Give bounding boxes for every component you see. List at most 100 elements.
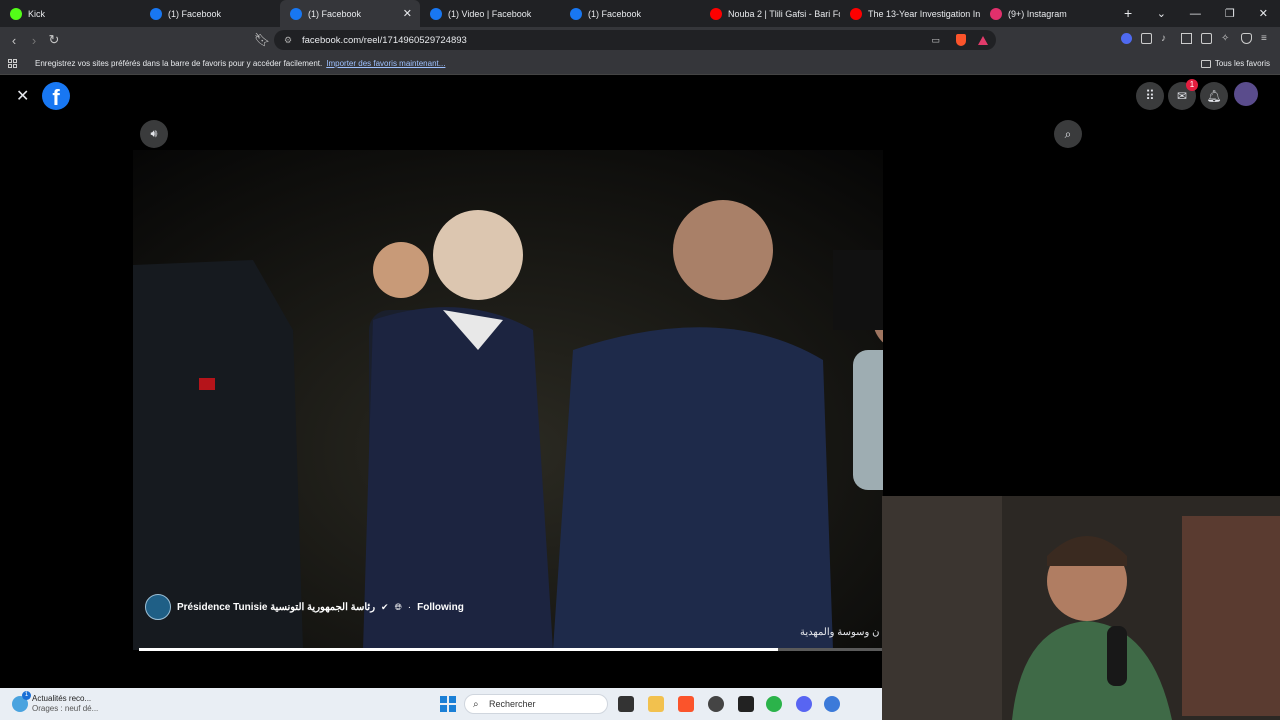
tab-label: (1) Facebook	[308, 8, 362, 19]
taskbar-search[interactable]: ⌕ Rechercher	[464, 694, 608, 714]
page-name[interactable]: Présidence Tunisie رئاسة الجمهورية التون…	[177, 602, 375, 613]
cast-icon[interactable]: ▭	[931, 35, 940, 46]
minimize-button[interactable]: —	[1190, 8, 1201, 20]
terminal-icon[interactable]	[738, 696, 754, 712]
puzzle-icon[interactable]	[1141, 33, 1152, 44]
reload-button[interactable]: ↻	[44, 32, 64, 48]
close-reel-icon[interactable]: ✕	[16, 86, 29, 106]
facebook-icon	[150, 7, 162, 20]
tab-label: (9+) Instagram	[1008, 8, 1067, 19]
bookmarks-bar: Enregistrez vos sites préférés dans la b…	[0, 53, 1280, 75]
site-info-icon[interactable]: ⚙︎	[284, 35, 292, 46]
tabs-container: Kick (1) Facebook (1) Facebook ✕ (1) Video |…	[0, 0, 1120, 27]
globe-icon: 🌐︎	[394, 601, 402, 612]
search-placeholder: Rechercher	[489, 699, 536, 709]
tab-2[interactable]: (1) Facebook ✕	[280, 0, 420, 27]
facebook-header: ✕ f ⠿ ✉︎ 1 🔔︎	[0, 76, 1280, 116]
brave-rewards-icon[interactable]	[978, 35, 988, 45]
notifications-bell-icon[interactable]: 🔔︎	[1200, 82, 1228, 110]
tab-strip: Kick (1) Facebook (1) Facebook ✕ (1) Video |…	[0, 0, 1280, 27]
youtube-icon	[710, 7, 722, 20]
close-tab-icon[interactable]: ✕	[403, 7, 412, 20]
extensions-area: ♪ ✧ ≡	[1121, 33, 1272, 44]
restore-button[interactable]: ❐	[1225, 7, 1235, 20]
tab-4[interactable]: (1) Facebook	[560, 0, 700, 27]
news-widget[interactable]: 1 Actualités reco... Orages : neuf dé...	[12, 691, 99, 714]
messenger-badge: 1	[1186, 79, 1198, 91]
reel-author: Présidence Tunisie رئاسة الجمهورية التون…	[145, 594, 464, 620]
task-view-icon[interactable]	[618, 696, 634, 712]
reel-video[interactable]	[133, 150, 883, 650]
tab-5[interactable]: Nouba 2 | Tlili Gafsi - Bari Fou	[700, 0, 840, 27]
webcam-illustration	[882, 496, 1280, 720]
tab-7[interactable]: (9+) Instagram	[980, 0, 1120, 27]
news-subtitle: Orages : neuf dé...	[32, 704, 99, 713]
discord-icon[interactable]	[796, 696, 812, 712]
menu-grid-icon[interactable]: ⠿	[1136, 82, 1164, 110]
tab-label: Kick	[28, 8, 46, 19]
search-glass-icon: ⌕	[473, 698, 479, 710]
reel-caption: ن وسوسة والمهدية	[800, 627, 880, 638]
verified-icon: ✔	[381, 601, 389, 612]
tab-1[interactable]: (1) Facebook	[140, 0, 280, 27]
windows-taskbar: 1 Actualités reco... Orages : neuf dé...…	[0, 688, 882, 720]
bookmark-icon[interactable]: 🔖︎	[252, 32, 272, 48]
import-bookmarks-link[interactable]: Importer des favoris maintenant...	[326, 59, 445, 68]
wallet-icon[interactable]	[1201, 33, 1212, 44]
extension-icon[interactable]	[1121, 33, 1132, 44]
mute-toggle-icon[interactable]: 🔊︎	[140, 120, 168, 148]
back-button[interactable]: ‹	[4, 33, 24, 48]
brave-browser-icon[interactable]	[678, 696, 694, 712]
tab-search-icon[interactable]: ⌄	[1157, 7, 1166, 20]
apps-icon[interactable]	[8, 59, 17, 68]
url-text: facebook.com/reel/1714960529724893	[302, 34, 467, 46]
music-icon[interactable]: ♪	[1161, 33, 1172, 44]
tab-label: (1) Facebook	[588, 8, 642, 19]
razer-icon[interactable]	[766, 696, 782, 712]
file-explorer-icon[interactable]	[648, 696, 664, 712]
instagram-icon	[990, 7, 1002, 20]
obs-icon[interactable]	[708, 696, 724, 712]
bookmarks-prompt: Enregistrez vos sites préférés dans la b…	[35, 59, 323, 68]
all-favorites-button[interactable]: Tous les favoris	[1200, 59, 1270, 68]
brave-shields-icon[interactable]	[956, 34, 966, 46]
folder-icon	[1200, 59, 1211, 68]
tab-3[interactable]: (1) Video | Facebook	[420, 0, 560, 27]
all-favorites-label: Tous les favoris	[1214, 59, 1270, 68]
vpn-icon[interactable]	[1241, 33, 1252, 44]
facebook-icon	[570, 7, 582, 20]
forward-button[interactable]: ›	[24, 33, 44, 48]
profile-avatar[interactable]	[1234, 82, 1258, 106]
tab-label: The 13-Year Investigation Into	[868, 8, 980, 19]
page-avatar[interactable]	[145, 594, 171, 620]
tab-label: (1) Facebook	[168, 8, 222, 19]
tab-0[interactable]: Kick	[0, 0, 140, 27]
facebook-icon	[430, 7, 442, 20]
window-controls: ⌄ — ❐ ✕	[1157, 0, 1280, 27]
address-bar[interactable]: ⚙︎ facebook.com/reel/1714960529724893 ▭	[274, 30, 996, 50]
facebook-icon	[290, 7, 302, 20]
tab-6[interactable]: The 13-Year Investigation Into	[840, 0, 980, 27]
sidebar-icon[interactable]	[1181, 33, 1192, 44]
progress-fill	[139, 648, 778, 651]
news-badge: 1	[22, 691, 31, 700]
video-frame-illustration	[133, 150, 883, 650]
toolbar: ‹ › ↻ 🔖︎ ⚙︎ facebook.com/reel/1714960529…	[0, 27, 1280, 53]
start-button[interactable]	[440, 696, 456, 712]
close-window-button[interactable]: ✕	[1259, 7, 1268, 20]
following-label[interactable]: Following	[417, 602, 464, 613]
tab-label: Nouba 2 | Tlili Gafsi - Bari Fou	[728, 8, 840, 19]
facebook-logo-icon[interactable]: f	[42, 82, 70, 110]
car-taillight	[199, 378, 215, 390]
menu-icon[interactable]: ≡	[1261, 33, 1272, 44]
news-title: Actualités reco...	[32, 694, 92, 703]
app-icon[interactable]	[824, 696, 840, 712]
webcam-overlay	[882, 496, 1280, 720]
search-icon[interactable]: ⌕	[1054, 120, 1082, 148]
new-tab-button[interactable]: +	[1124, 5, 1132, 21]
tab-label: (1) Video | Facebook	[448, 8, 532, 19]
progress-track[interactable]	[139, 648, 882, 651]
youtube-icon	[850, 7, 862, 20]
kick-icon	[10, 7, 22, 20]
leo-ai-icon[interactable]: ✧	[1221, 33, 1232, 44]
